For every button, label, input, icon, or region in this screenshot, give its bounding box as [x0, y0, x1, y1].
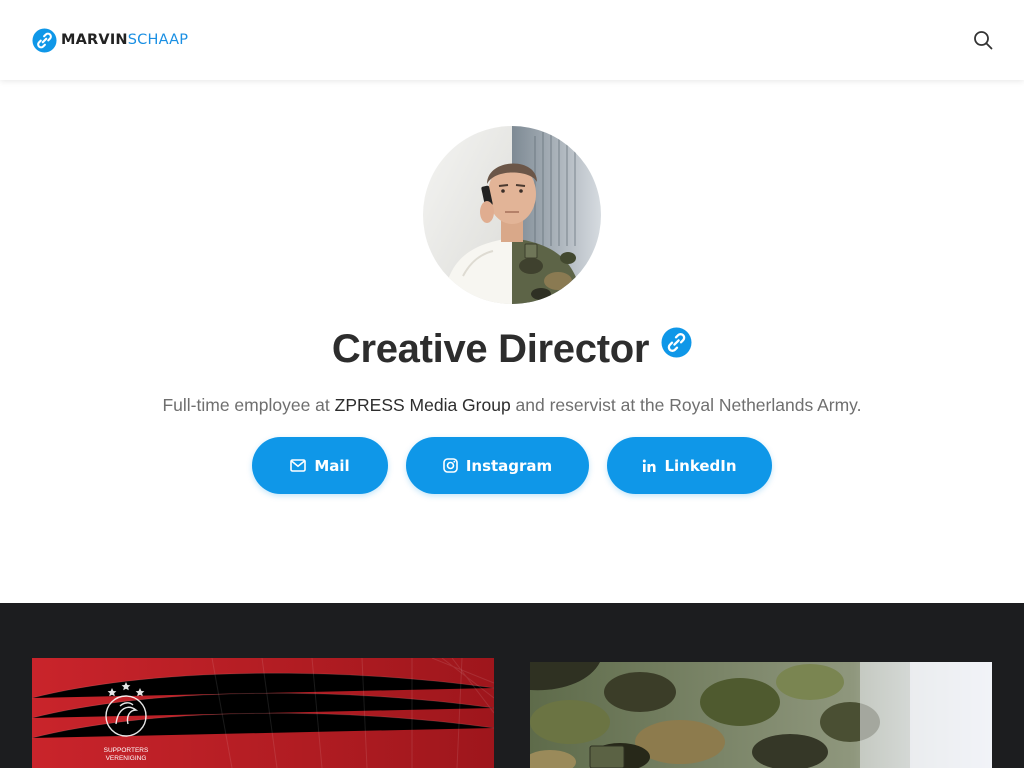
crest-text-line-2: VERENIGING: [106, 755, 147, 762]
social-buttons: Mail Instagram LinkedIn: [0, 437, 1024, 494]
linkedin-button-label: LinkedIn: [664, 456, 737, 475]
subtitle-text: Full-time employee at: [162, 395, 335, 415]
site-logo[interactable]: MARVINSCHAAP: [32, 27, 188, 53]
site-header: MARVINSCHAAP: [0, 0, 1024, 80]
mail-icon: [290, 459, 307, 472]
mail-button-label: Mail: [314, 456, 350, 475]
instagram-icon: [443, 458, 458, 473]
ajax-supporters-card[interactable]: SUPPORTERS VERENIGING: [32, 658, 494, 768]
logo-first-name: MARVIN: [61, 32, 128, 48]
search-button[interactable]: [972, 30, 994, 52]
instagram-button[interactable]: Instagram: [406, 437, 589, 494]
linkedin-button[interactable]: LinkedIn: [607, 437, 772, 494]
linkedin-icon: [643, 459, 656, 472]
company-name: ZPRESS Media Group: [334, 395, 511, 415]
logo-last-name: SCHAAP: [127, 32, 189, 48]
page-title: Creative Director: [331, 327, 650, 371]
link-badge-icon: [32, 27, 57, 53]
hero-subtitle: Full-time employee at ZPRESS Media Group…: [0, 393, 1024, 417]
crest-text-line-1: SUPPORTERS: [104, 747, 149, 754]
mail-button[interactable]: Mail: [252, 437, 388, 494]
link-badge-icon: [661, 327, 692, 358]
hero-title-row: Creative Director: [0, 322, 1024, 378]
search-icon: [974, 31, 993, 50]
subtitle-text-end: and reservist at the Royal Netherlands A…: [510, 395, 862, 415]
profile-avatar: [423, 126, 601, 304]
army-card[interactable]: [530, 662, 992, 768]
logo-wordmark: MARVINSCHAAP: [61, 27, 188, 53]
instagram-button-label: Instagram: [465, 456, 553, 475]
